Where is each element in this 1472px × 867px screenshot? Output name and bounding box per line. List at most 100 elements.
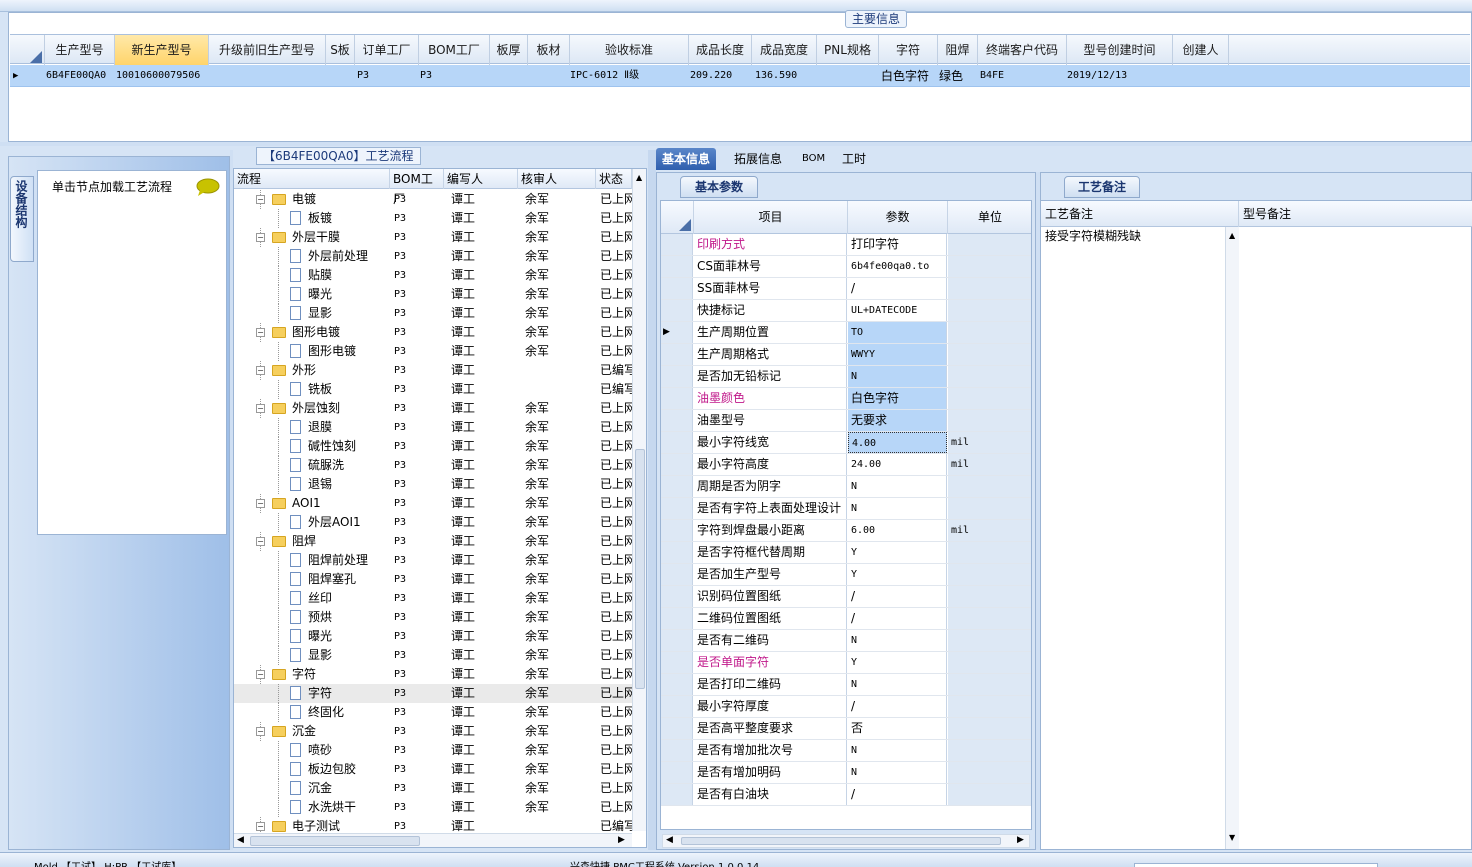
param-row[interactable]: 二维码位置图纸 / [661, 608, 1031, 630]
param-value[interactable]: N [848, 366, 947, 387]
scroll-up-icon[interactable]: ▲ [1229, 231, 1235, 240]
param-value[interactable]: / [848, 784, 947, 805]
cell-prod-model[interactable]: 6B4FE00QA0 [46, 65, 114, 87]
tree-folder-row[interactable]: − 字符 P3 谭工 余军 已上网 [234, 665, 632, 684]
param-row[interactable]: 是否字符框代替周期 Y [661, 542, 1031, 564]
col-accept-std[interactable]: 验收标准 [570, 35, 689, 65]
param-row[interactable]: 是否打印二维码 N [661, 674, 1031, 696]
param-row-header[interactable] [661, 388, 693, 409]
tree-collapse-icon[interactable]: − [256, 233, 265, 242]
process-tree-hscroll-thumb[interactable] [250, 836, 420, 846]
param-value[interactable]: / [848, 586, 947, 607]
scroll-up-icon[interactable]: ▲ [636, 173, 642, 182]
param-row[interactable]: 是否加生产型号 Y [661, 564, 1031, 586]
param-row[interactable]: 是否加无铅标记 N [661, 366, 1031, 388]
tree-folder-row[interactable]: − 阻焊 P3 谭工 余军 已上网 [234, 532, 632, 551]
tree-folder-row[interactable]: − 外层蚀刻 P3 谭工 余军 已上网 [234, 399, 632, 418]
scroll-left-icon[interactable]: ◀ [237, 835, 244, 845]
param-row[interactable]: 是否高平整度要求否 [661, 718, 1031, 740]
param-row[interactable]: ▶ 生产周期位置 TO [661, 322, 1031, 344]
tree-folder-row[interactable]: − AOI1 P3 谭工 余军 已上网 [234, 494, 632, 513]
process-tree[interactable]: 流程 BOM工厂 编写人 核审人 状态 −电镀P3谭工余军已上网板镀P3谭工余军… [233, 168, 647, 848]
param-value[interactable]: 24.00 [848, 454, 947, 475]
tree-collapse-icon[interactable]: − [256, 822, 265, 831]
cell-solder[interactable]: 绿色 [939, 65, 977, 87]
tree-step-row[interactable]: 板边包胶 P3 谭工 余军 已上网 [234, 760, 632, 779]
cell-order-factory[interactable]: P3 [357, 65, 417, 87]
tree-step-row[interactable]: 外层前处理 P3 谭工 余军 已上网 [234, 247, 632, 266]
param-row[interactable]: 是否有白油块 / [661, 784, 1031, 806]
tree-collapse-icon[interactable]: − [256, 727, 265, 736]
param-value[interactable]: / [848, 608, 947, 629]
scroll-right-icon[interactable]: ▶ [618, 835, 625, 845]
param-row[interactable]: 周期是否为阴字 N [661, 476, 1031, 498]
grid-corner[interactable] [10, 35, 45, 65]
param-value[interactable]: Y [848, 652, 947, 673]
tab-basic-info[interactable]: 基本信息 [656, 148, 717, 170]
param-row[interactable]: 油墨型号 无要求 [661, 410, 1031, 432]
param-row-header[interactable] [661, 256, 693, 277]
col-s-board[interactable]: S板 [326, 35, 355, 65]
tree-collapse-icon[interactable]: − [256, 537, 265, 546]
col-pnl[interactable]: PNL规格 [817, 35, 879, 65]
tree-step-row[interactable]: 阻焊前处理 P3 谭工 余军 已上网 [234, 551, 632, 570]
col-solder[interactable]: 阻焊 [938, 35, 978, 65]
param-row[interactable]: 字符到焊盘最小距离 6.00 mil [661, 520, 1031, 542]
cell-created[interactable]: 2019/12/13 [1067, 65, 1171, 87]
col-writer[interactable]: 编写人 [444, 169, 518, 189]
col-width[interactable]: 成品宽度 [752, 35, 817, 65]
param-value[interactable]: N [848, 740, 947, 761]
param-value[interactable]: 4.00 [848, 432, 947, 453]
cell-accept-std[interactable]: IPC-6012 Ⅱ级 [570, 65, 688, 87]
tree-step-row[interactable]: 丝印 P3 谭工 余军 已上网 [234, 589, 632, 608]
param-row[interactable]: 最小字符线宽 4.00 mil [661, 432, 1031, 454]
param-row-header[interactable] [661, 542, 693, 563]
col-process-note[interactable]: 工艺备注 [1041, 201, 1239, 227]
param-value[interactable]: N [848, 498, 947, 519]
col-old-prod-model[interactable]: 升级前旧生产型号 [209, 35, 326, 65]
tree-step-row[interactable]: 字符 P3 谭工 余军 已上网 [234, 684, 632, 703]
param-row-header[interactable] [661, 608, 693, 629]
param-row[interactable]: 是否单面字符 Y [661, 652, 1031, 674]
tree-folder-row[interactable]: − 外层干膜 P3 谭工 余军 已上网 [234, 228, 632, 247]
tree-collapse-icon[interactable]: − [256, 404, 265, 413]
param-value[interactable]: Y [848, 542, 947, 563]
param-row-header[interactable] [661, 278, 693, 299]
col-param[interactable]: 参数 [848, 201, 948, 234]
col-material[interactable]: 板材 [528, 35, 570, 65]
param-row-header[interactable] [661, 300, 693, 321]
param-row[interactable]: 是否有增加明码 N [661, 762, 1031, 784]
col-length[interactable]: 成品长度 [689, 35, 752, 65]
param-value[interactable]: N [848, 762, 947, 783]
tree-step-row[interactable]: 退锡 P3 谭工 余军 已上网 [234, 475, 632, 494]
params-hscroll-thumb[interactable] [681, 837, 1001, 845]
tree-collapse-icon[interactable]: − [256, 328, 265, 337]
scroll-left-icon[interactable]: ◀ [666, 835, 673, 845]
tree-step-row[interactable]: 贴膜 P3 谭工 余军 已上网 [234, 266, 632, 285]
param-value[interactable]: 无要求 [848, 410, 947, 431]
col-reviewer[interactable]: 核审人 [518, 169, 596, 189]
tree-folder-row[interactable]: − 电镀 P3 谭工 余军 已上网 [234, 190, 632, 209]
param-value[interactable]: 打印字符 [848, 234, 947, 255]
param-row-header[interactable] [661, 586, 693, 607]
col-thickness[interactable]: 板厚 [490, 35, 528, 65]
param-value[interactable]: TO [848, 322, 947, 343]
param-row-header[interactable] [661, 740, 693, 761]
tab-work-hours[interactable]: 工时 [836, 148, 872, 170]
param-row[interactable]: 印刷方式 打印字符 [661, 234, 1031, 256]
col-bom-factory[interactable]: BOM工厂 [419, 35, 490, 65]
params-hscrollbar[interactable]: ◀ ▶ [662, 834, 1030, 848]
cell-bom-factory[interactable]: P3 [420, 65, 488, 87]
tree-step-row[interactable]: 碱性蚀刻 P3 谭工 余军 已上网 [234, 437, 632, 456]
col-char[interactable]: 字符 [879, 35, 938, 65]
param-row-header[interactable]: ▶ [661, 322, 693, 343]
param-row[interactable]: CS面菲林号 6b4fe00qa0.to [661, 256, 1031, 278]
tree-step-row[interactable]: 阻焊塞孔 P3 谭工 余军 已上网 [234, 570, 632, 589]
tree-step-row[interactable]: 图形电镀 P3 谭工 余军 已上网 [234, 342, 632, 361]
param-value[interactable]: 6b4fe00qa0.to [848, 256, 947, 277]
col-model-note[interactable]: 型号备注 [1239, 201, 1472, 227]
col-unit[interactable]: 单位 [948, 201, 1031, 234]
tree-step-row[interactable]: 喷砂 P3 谭工 余军 已上网 [234, 741, 632, 760]
param-row-header[interactable] [661, 432, 693, 453]
param-row-header[interactable] [661, 564, 693, 585]
